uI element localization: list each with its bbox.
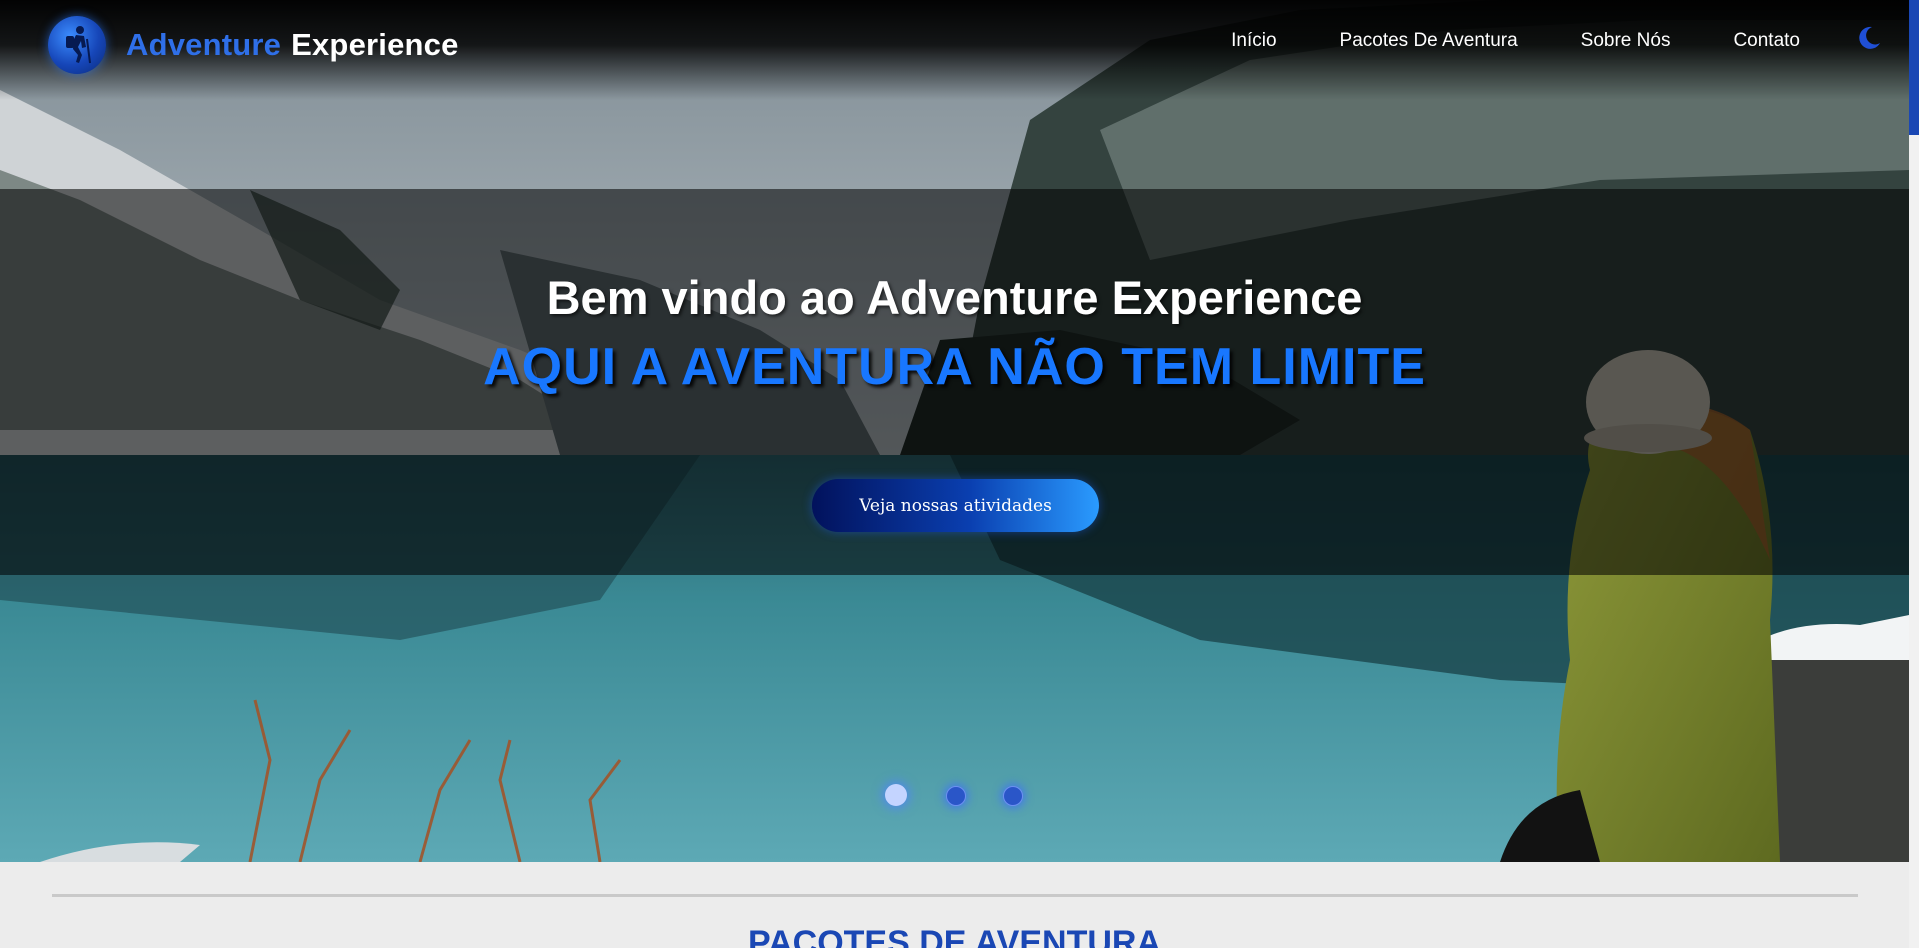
hero-title: Bem vindo ao Adventure Experience: [546, 271, 1363, 324]
carousel-dot-2[interactable]: [946, 786, 966, 806]
moon-icon[interactable]: [1856, 25, 1882, 51]
hero-subtitle: AQUI A AVENTURA NÃO TEM LIMITE: [483, 338, 1426, 396]
nav-menu: Início Pacotes De Aventura Sobre Nós Con…: [1231, 26, 1909, 52]
section-divider: [52, 894, 1858, 897]
brand-name: Adventure Experience: [126, 27, 459, 63]
carousel-dot-1[interactable]: [885, 784, 907, 806]
scrollbar-thumb[interactable]: [1909, 0, 1919, 135]
hiker-icon: [48, 16, 106, 74]
packages-section-title: PACOTES DE AVENTURA: [747, 924, 1162, 948]
brand-name-part2: Experience: [291, 27, 459, 62]
activities-cta-button[interactable]: Veja nossas atividades: [812, 479, 1099, 532]
nav-link-inicio[interactable]: Início: [1231, 30, 1276, 52]
carousel-dot-3[interactable]: [1003, 786, 1023, 806]
brand-logo[interactable]: Adventure Experience: [48, 16, 459, 74]
page-scrollbar[interactable]: [1909, 0, 1919, 948]
brand-name-part1: Adventure: [126, 27, 282, 62]
page: Adventure Experience Início Pacotes De Av…: [0, 0, 1909, 948]
packages-section: PACOTES DE AVENTURA: [0, 862, 1909, 948]
hero-carousel: Adventure Experience Início Pacotes De Av…: [0, 0, 1909, 862]
nav-link-contato[interactable]: Contato: [1733, 30, 1800, 52]
navbar: Adventure Experience Início Pacotes De Av…: [0, 0, 1909, 95]
nav-link-pacotes[interactable]: Pacotes De Aventura: [1340, 30, 1518, 52]
nav-link-sobre[interactable]: Sobre Nós: [1581, 30, 1671, 52]
carousel-indicators: [0, 784, 1909, 808]
